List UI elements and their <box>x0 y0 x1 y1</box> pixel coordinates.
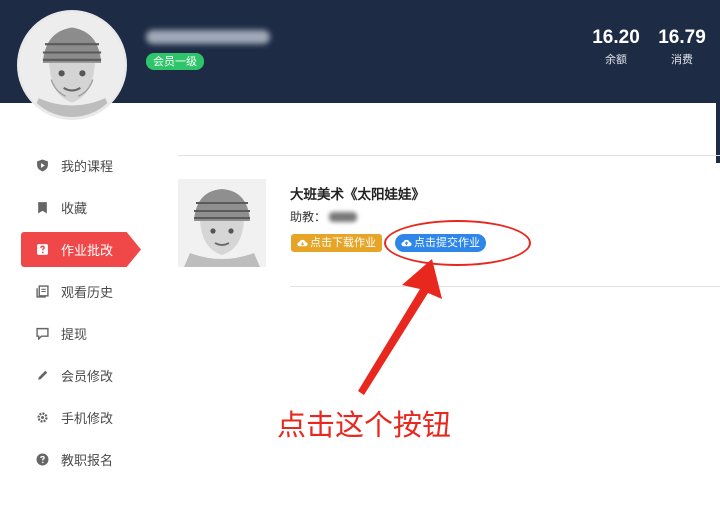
member-level-badge: 会员一级 <box>146 53 204 70</box>
pencil-icon <box>36 369 49 382</box>
history-icon <box>36 284 49 298</box>
sidebar-item-withdraw[interactable]: 提现 <box>0 312 160 354</box>
cloud-download-icon <box>297 239 308 246</box>
assistant-name-redaction <box>329 211 358 222</box>
balance-value: 16.20 <box>592 27 640 48</box>
spend-stat: 16.79 消费 <box>652 27 712 68</box>
question-icon <box>36 243 49 256</box>
cloud-upload-icon <box>401 239 412 246</box>
sidebar-item-label: 作业批改 <box>61 243 114 259</box>
username-redaction <box>146 30 270 44</box>
assistant-label: 助教： <box>290 210 327 224</box>
spend-label: 消费 <box>671 53 693 66</box>
download-homework-button[interactable]: 点击下载作业 <box>291 234 382 252</box>
sidebar-item-label: 我的课程 <box>61 159 114 175</box>
course-title[interactable]: 大班美术《太阳娃娃》 <box>290 183 425 203</box>
username <box>146 26 270 46</box>
sidebar-item-homework-grading[interactable]: 作业批改 <box>0 228 160 270</box>
download-homework-label: 点击下载作业 <box>310 236 376 249</box>
bookmark-icon <box>36 201 49 214</box>
annotation-text: 点击这个按钮 <box>277 408 452 442</box>
sidebar-item-phone-edit[interactable]: 手机修改 <box>0 396 160 438</box>
course-thumbnail[interactable] <box>178 179 266 267</box>
sidebar-item-label: 观看历史 <box>61 285 114 301</box>
course-thumbnail-sketch-icon <box>178 179 266 267</box>
balance-label: 余额 <box>605 53 627 66</box>
chat-icon <box>36 327 49 340</box>
sidebar-item-label: 提现 <box>61 327 88 343</box>
gear-icon <box>36 411 49 424</box>
assistant-line: 助教： <box>290 208 358 225</box>
sidebar-item-label: 收藏 <box>61 201 88 217</box>
annotation-arrow-icon <box>358 259 442 395</box>
sidebar: 我的课程 收藏 作业批改 观看历史 提现 会员修改 手机修改 教职报名 <box>0 144 160 480</box>
sidebar-item-staff-signup[interactable]: 教职报名 <box>0 438 160 480</box>
content-divider-top <box>178 155 720 156</box>
help-icon <box>36 453 49 466</box>
shield-icon <box>36 159 49 172</box>
profile-header: 会员一级 16.20 余额 16.79 消费 <box>0 0 720 120</box>
sidebar-item-label: 会员修改 <box>61 369 114 385</box>
sidebar-item-label: 手机修改 <box>61 411 114 427</box>
page: 会员一级 16.20 余额 16.79 消费 我的课程 收藏 作业批改 观看历史… <box>0 0 720 512</box>
sidebar-item-watch-history[interactable]: 观看历史 <box>0 270 160 312</box>
sidebar-item-favorites[interactable]: 收藏 <box>0 186 160 228</box>
submit-homework-button[interactable]: 点击提交作业 <box>395 234 486 252</box>
scrollbar-track[interactable] <box>716 103 720 163</box>
sidebar-item-label: 教职报名 <box>61 453 114 469</box>
sidebar-item-member-edit[interactable]: 会员修改 <box>0 354 160 396</box>
submit-homework-label: 点击提交作业 <box>414 236 480 249</box>
sidebar-item-my-courses[interactable]: 我的课程 <box>0 144 160 186</box>
avatar-sketch-icon <box>20 13 124 117</box>
spend-value: 16.79 <box>658 27 706 48</box>
avatar[interactable] <box>17 10 127 120</box>
balance-stat: 16.20 余额 <box>586 27 646 68</box>
